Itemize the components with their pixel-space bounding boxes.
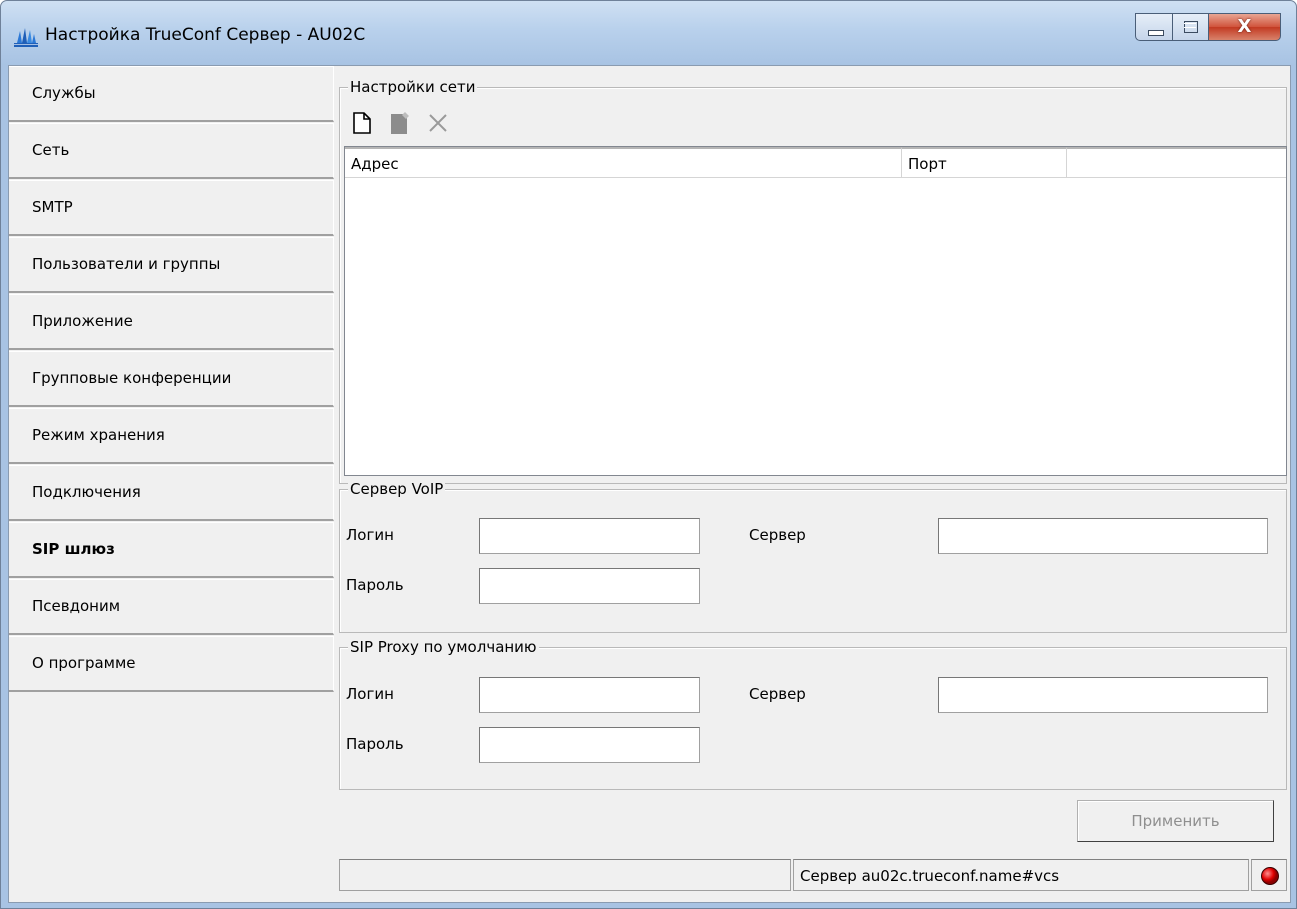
sidebar-item-application[interactable]: Приложение [9, 294, 334, 350]
sidebar-item-sip-gateway[interactable]: SIP шлюз [9, 522, 334, 578]
minimize-button[interactable] [1135, 13, 1173, 41]
sidebar-item-smtp[interactable]: SMTP [9, 180, 334, 236]
caption-buttons: X [1135, 13, 1281, 43]
apply-button[interactable]: Применить [1077, 800, 1274, 842]
proxy-login-label: Логин [346, 685, 394, 703]
sidebar-item-label: Пользователи и группы [32, 255, 221, 273]
sidebar-item-storage-mode[interactable]: Режим хранения [9, 408, 334, 464]
title-bar[interactable]: Настройка TrueConf Сервер - AU02C X [1, 1, 1296, 65]
voip-server-input[interactable] [938, 518, 1268, 554]
sidebar-item-label: Режим хранения [32, 426, 165, 444]
delete-icon[interactable] [426, 110, 450, 136]
proxy-server-input[interactable] [938, 677, 1268, 713]
voip-password-input[interactable] [479, 568, 700, 604]
sidebar-item-alias[interactable]: Псевдоним [9, 579, 334, 635]
list-header: Адрес Порт [345, 147, 1286, 178]
maximize-button[interactable] [1173, 13, 1209, 41]
connection-status-icon [1261, 867, 1279, 885]
voip-server-group: Сервер VoIP [339, 480, 1287, 633]
sidebar-item-connections[interactable]: Подключения [9, 465, 334, 521]
sidebar-item-services[interactable]: Службы [9, 66, 334, 122]
sidebar-item-label: SIP шлюз [32, 540, 115, 558]
voip-password-label: Пароль [346, 576, 404, 594]
close-icon: X [1237, 16, 1252, 37]
voip-login-label: Логин [346, 526, 394, 544]
sidebar-item-label: Групповые конференции [32, 369, 232, 387]
minimize-icon [1148, 30, 1164, 36]
maximize-icon [1184, 21, 1198, 33]
sidebar-item-label: SMTP [32, 198, 73, 216]
trueconf-logo-icon [14, 28, 38, 47]
edit-icon[interactable] [388, 110, 412, 136]
column-header-extra[interactable] [1067, 147, 1286, 177]
new-document-icon[interactable] [350, 110, 374, 136]
close-button[interactable]: X [1209, 13, 1281, 41]
sidebar: Службы Сеть SMTP Пользователи и группы П… [9, 66, 335, 902]
proxy-login-input[interactable] [479, 677, 700, 713]
status-cell-left [339, 859, 791, 891]
sidebar-item-label: Сеть [32, 141, 70, 159]
network-address-list[interactable]: Адрес Порт [344, 146, 1287, 476]
network-settings-legend: Настройки сети [348, 78, 478, 96]
proxy-server-label: Сервер [749, 685, 806, 703]
status-cell-indicator [1251, 859, 1287, 891]
settings-panel: Настройки сети Адрес Порт Сервер VoIP Ло… [336, 66, 1290, 902]
sidebar-item-label: Подключения [32, 483, 141, 501]
voip-server-label: Сервер [749, 526, 806, 544]
window-title: Настройка TrueConf Сервер - AU02C [45, 25, 366, 45]
client-area: Службы Сеть SMTP Пользователи и группы П… [8, 65, 1291, 903]
proxy-password-input[interactable] [479, 727, 700, 763]
voip-server-legend: Сервер VoIP [348, 480, 446, 498]
network-toolbar [350, 110, 450, 136]
sidebar-item-label: Службы [32, 84, 96, 102]
sidebar-item-label: Псевдоним [32, 597, 121, 615]
column-header-port[interactable]: Порт [902, 147, 1067, 177]
sip-proxy-group: SIP Proxy по умолчанию [339, 638, 1287, 790]
status-cell-server: Сервер au02c.trueconf.name#vcs [793, 859, 1249, 891]
app-window: Настройка TrueConf Сервер - AU02C X Служ… [0, 0, 1297, 909]
status-bar: Сервер au02c.trueconf.name#vcs [336, 856, 1290, 902]
voip-login-input[interactable] [479, 518, 700, 554]
proxy-password-label: Пароль [346, 735, 404, 753]
sidebar-item-network[interactable]: Сеть [9, 123, 334, 179]
sidebar-item-about[interactable]: О программе [9, 636, 334, 692]
sidebar-item-users-groups[interactable]: Пользователи и группы [9, 237, 334, 293]
column-header-address[interactable]: Адрес [345, 147, 902, 177]
sidebar-item-label: Приложение [32, 312, 133, 330]
sip-proxy-legend: SIP Proxy по умолчанию [348, 638, 539, 656]
server-status-text: Сервер au02c.trueconf.name#vcs [800, 867, 1060, 885]
sidebar-item-label: О программе [32, 654, 136, 672]
sidebar-item-group-conferences[interactable]: Групповые конференции [9, 351, 334, 407]
